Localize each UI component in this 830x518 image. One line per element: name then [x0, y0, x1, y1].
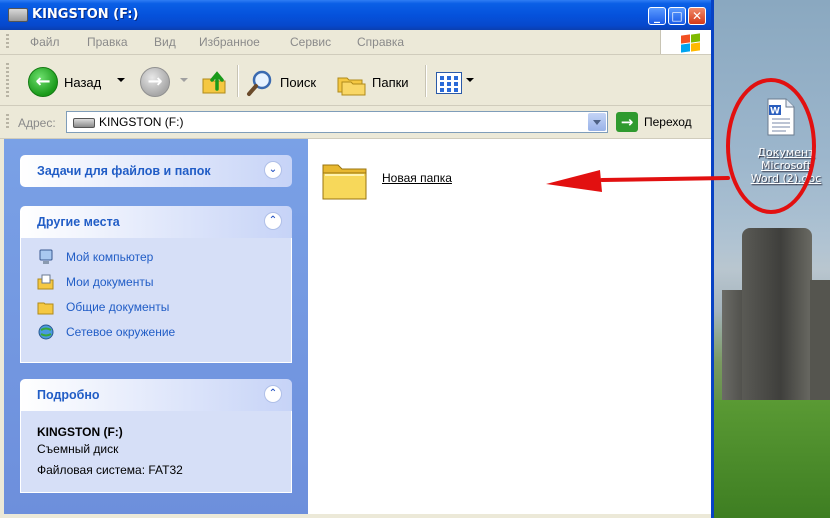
folder-item[interactable]: Новая папка	[320, 153, 480, 203]
address-label: Адрес:	[18, 116, 56, 130]
toolbar-separator	[237, 65, 239, 97]
details-drive-name: KINGSTON (F:)	[37, 425, 123, 439]
window-title: KINGSTON (F:)	[32, 7, 139, 22]
folder-label: Новая папка	[382, 171, 452, 185]
menu-help[interactable]: Справка	[357, 35, 404, 49]
collapse-chevron-icon[interactable]: ⌃	[264, 385, 282, 403]
file-tasks-header[interactable]: Задачи для файлов и папок ⌄	[20, 155, 292, 187]
toolbar-grip	[6, 63, 9, 97]
details-body: KINGSTON (F:) Съемный диск Файловая сист…	[20, 411, 292, 493]
menu-tools[interactable]: Сервис	[290, 35, 331, 49]
details-drive-type: Съемный диск	[37, 442, 119, 456]
forward-dropdown-chevron-icon[interactable]	[180, 78, 188, 82]
file-tasks-title: Задачи для файлов и папок	[37, 164, 211, 178]
address-grip	[6, 114, 9, 130]
maximize-button[interactable]: □	[668, 7, 686, 25]
expand-chevron-icon[interactable]: ⌄	[264, 161, 282, 179]
search-label: Поиск	[280, 75, 317, 90]
folders-label: Папки	[372, 75, 409, 90]
details-filesystem: Файловая система: FAT32	[37, 463, 183, 477]
menu-view[interactable]: Вид	[154, 35, 176, 49]
menu-bar: Файл Правка Вид Избранное Сервис Справка	[0, 30, 711, 55]
place-label: Мои документы	[66, 275, 154, 289]
details-title: Подробно	[37, 388, 100, 402]
place-label: Сетевое окружение	[66, 325, 176, 339]
back-label: Назад	[64, 75, 102, 90]
drive-icon	[8, 8, 28, 22]
place-label: Общие документы	[66, 300, 170, 314]
explorer-window: KINGSTON (F:) _ □ ✕ Файл Правка Вид Избр…	[0, 0, 714, 518]
windows-logo-icon	[660, 30, 711, 54]
details-panel: Подробно ⌃ KINGSTON (F:) Съемный диск Фа…	[20, 379, 292, 493]
minimize-button[interactable]: _	[648, 7, 666, 25]
views-dropdown-chevron-icon[interactable]	[466, 78, 474, 82]
back-arrow-icon: ←	[28, 67, 58, 97]
collapse-chevron-icon[interactable]: ⌃	[264, 212, 282, 230]
stone-right	[810, 280, 830, 410]
go-label: Переход	[644, 115, 692, 129]
drive-icon	[73, 118, 95, 128]
menu-file[interactable]: Файл	[30, 35, 60, 49]
address-dropdown-chevron-icon[interactable]	[588, 113, 606, 131]
grass	[714, 400, 830, 518]
address-value: KINGSTON (F:)	[99, 115, 184, 129]
my-documents-icon	[37, 274, 54, 290]
folders-icon	[337, 77, 366, 96]
shared-documents-icon	[37, 302, 54, 315]
my-computer-icon	[39, 249, 53, 264]
place-label: Мой компьютер	[66, 250, 154, 264]
close-button[interactable]: ✕	[688, 7, 706, 25]
details-header[interactable]: Подробно ⌃	[20, 379, 292, 411]
menu-grip	[6, 34, 9, 50]
folder-icon	[322, 164, 367, 200]
search-icon	[247, 70, 272, 96]
other-places-title: Другие места	[37, 215, 120, 229]
menu-edit[interactable]: Правка	[87, 35, 128, 49]
task-pane: Задачи для файлов и папок ⌄ Другие места…	[4, 139, 308, 514]
address-bar: Адрес: KINGSTON (F:) → Переход	[0, 106, 711, 139]
network-icon	[38, 324, 54, 340]
other-places-header[interactable]: Другие места ⌃	[20, 206, 292, 238]
back-dropdown-chevron-icon[interactable]	[117, 78, 125, 82]
toolbar: ← Назад → Поиск Папки	[0, 55, 711, 106]
address-input[interactable]: KINGSTON (F:)	[66, 111, 608, 133]
file-tasks-panel: Задачи для файлов и папок ⌄	[20, 155, 292, 187]
up-folder-button[interactable]	[201, 69, 227, 95]
other-places-body: Мой компьютер Мои документы Общие докуме…	[20, 238, 292, 363]
title-bar[interactable]: KINGSTON (F:) _ □ ✕	[0, 0, 711, 30]
views-icon[interactable]	[436, 72, 462, 94]
annotation-red-circle	[726, 78, 816, 214]
forward-button[interactable]: →	[140, 67, 170, 97]
other-places-panel: Другие места ⌃ Мой компьютер Мои докумен…	[20, 206, 292, 363]
menu-favorites[interactable]: Избранное	[199, 35, 260, 49]
stone-center	[742, 228, 812, 418]
toolbar-separator	[425, 65, 427, 97]
annotation-red-arrow	[546, 170, 730, 192]
go-arrow-icon: →	[616, 112, 638, 132]
